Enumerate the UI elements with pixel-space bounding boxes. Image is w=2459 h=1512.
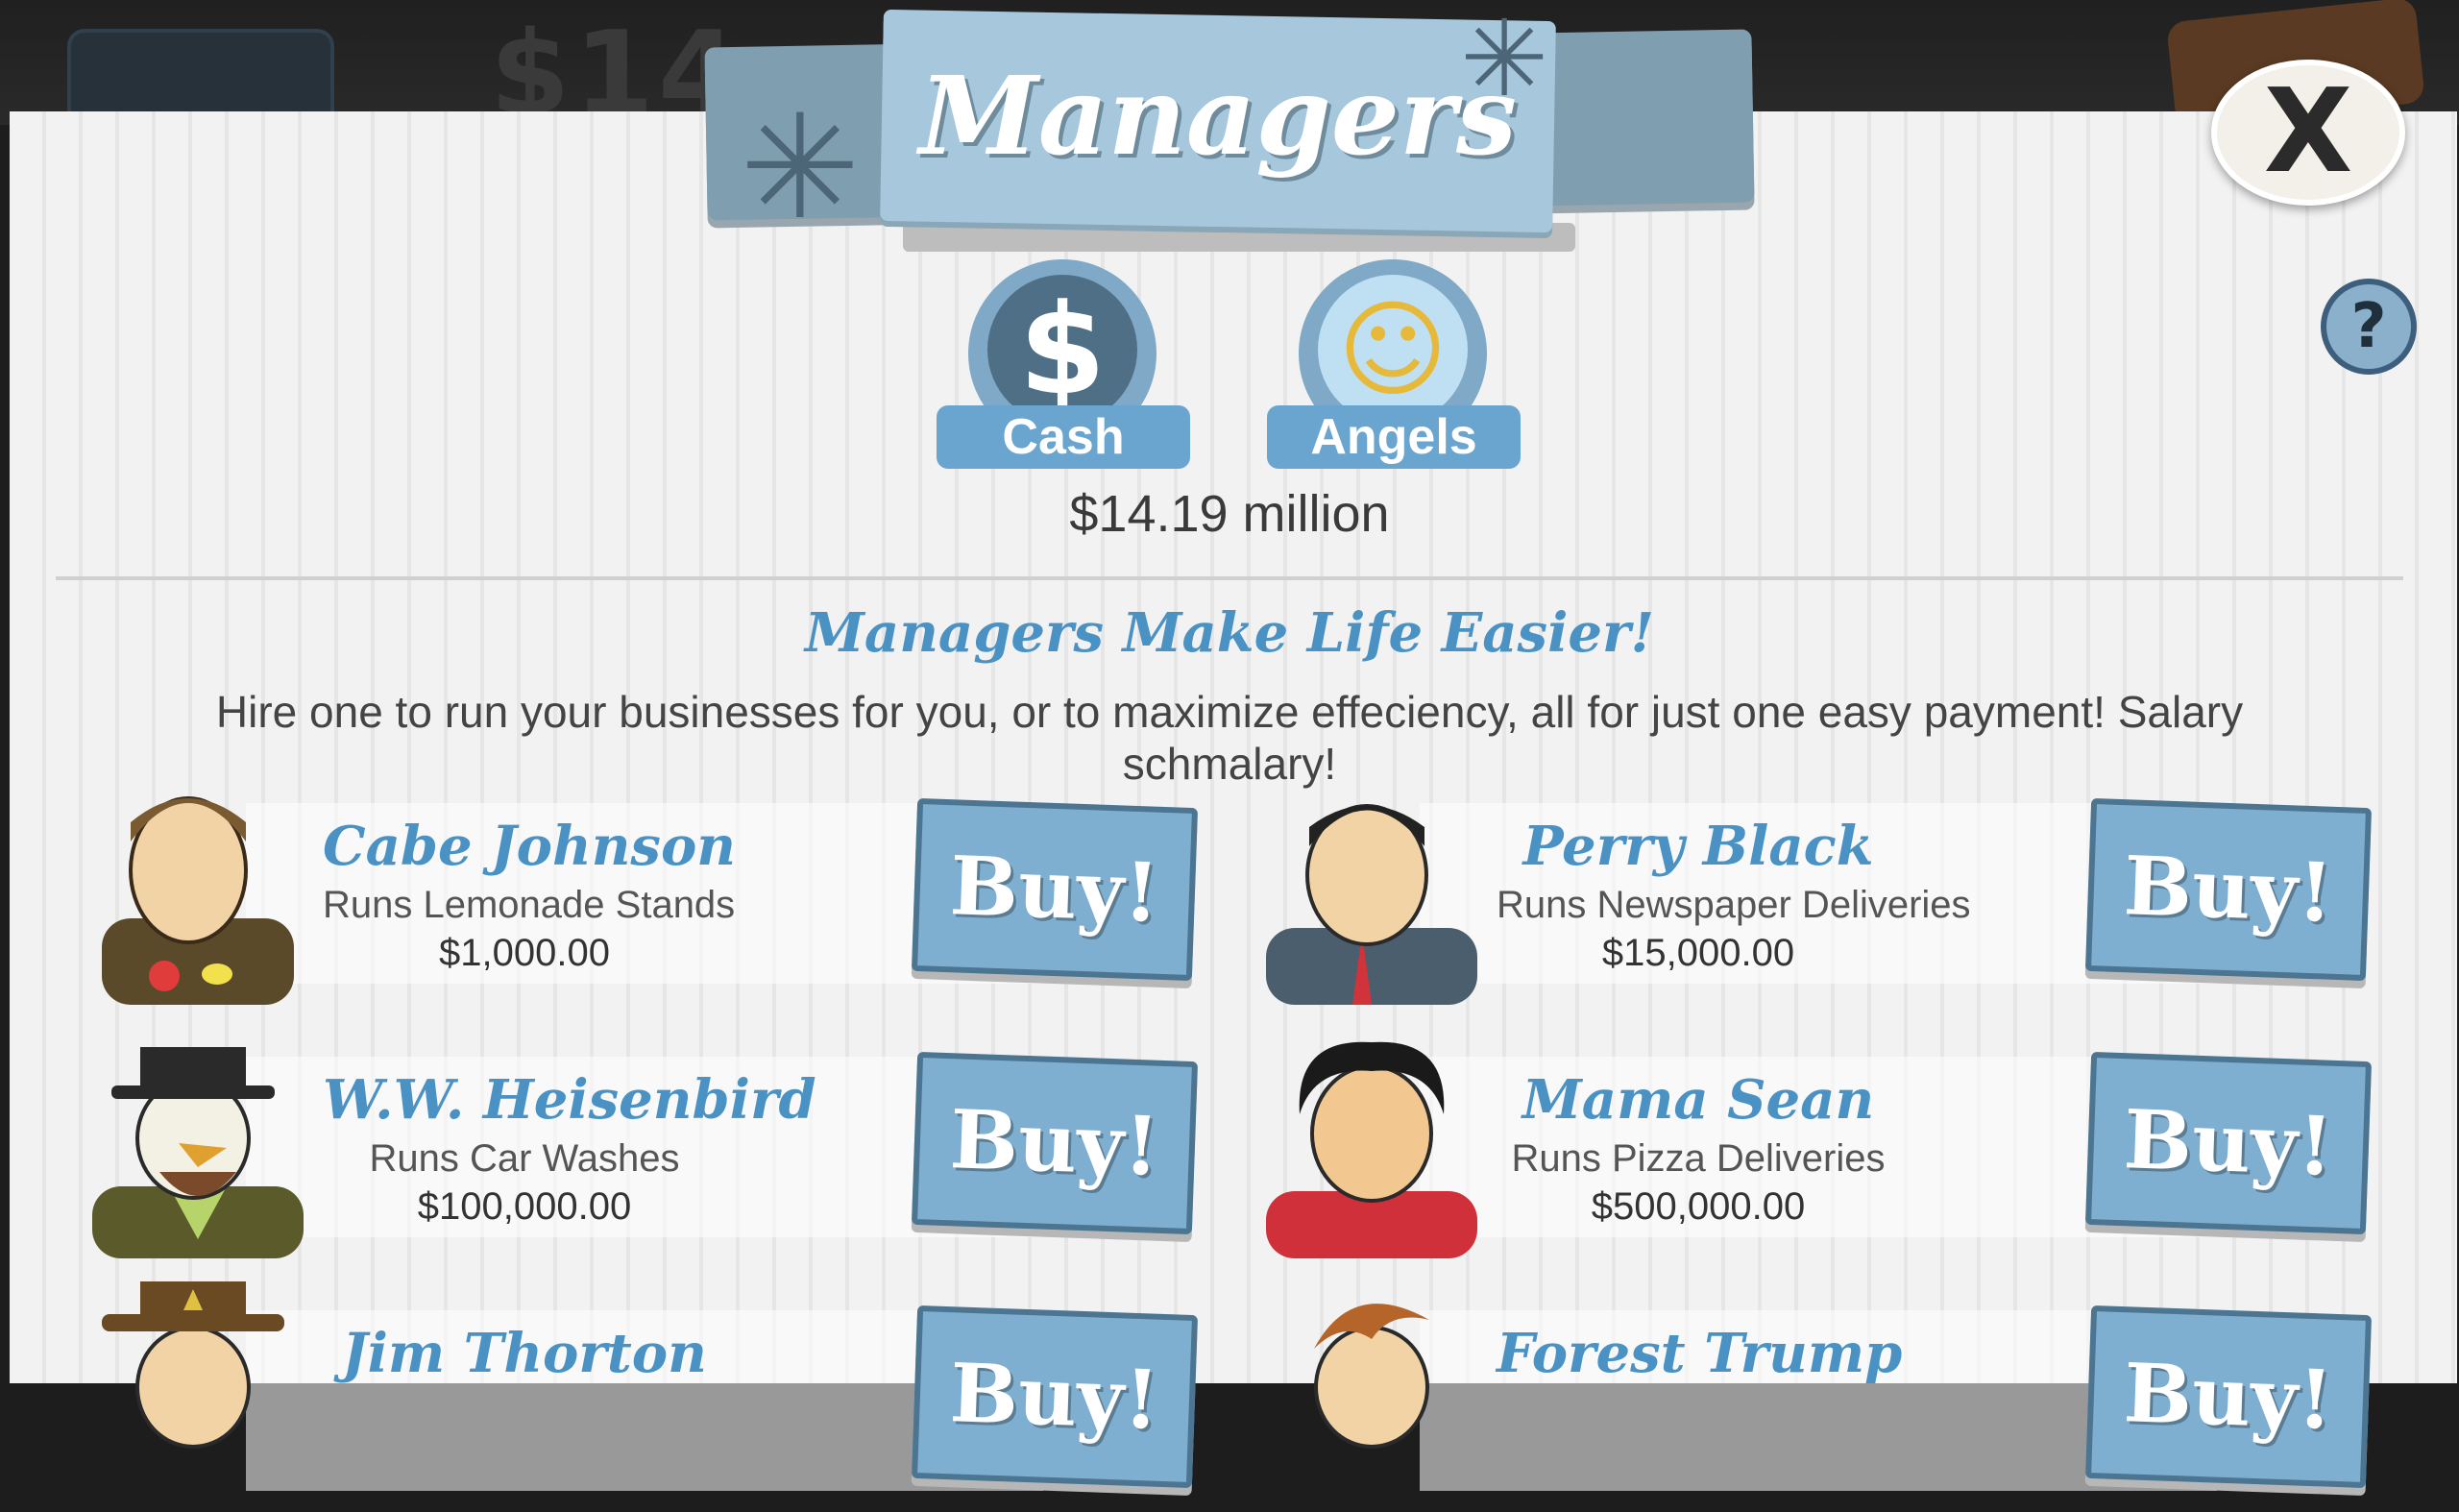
manager-cost: $15,000.00 bbox=[1601, 932, 1795, 974]
divider bbox=[56, 576, 2403, 580]
manager-card: W.W. Heisenbird Runs Car Washes $100,000… bbox=[83, 1047, 1199, 1258]
manager-portrait-icon bbox=[1314, 1304, 1429, 1449]
manager-card: Perry Black Runs Newspaper Deliveries $1… bbox=[1256, 797, 2373, 1005]
help-button[interactable]: ? bbox=[2321, 279, 2417, 375]
angels-tab-label: Angels bbox=[1267, 405, 1521, 469]
manager-portrait-icon bbox=[92, 1047, 304, 1258]
manager-name: Mama Sean bbox=[1522, 1068, 1875, 1132]
manager-cost: $1,000.00 bbox=[439, 932, 610, 974]
cash-amount: $14.19 million bbox=[1069, 485, 1390, 543]
manager-name: Forest Trump bbox=[1497, 1322, 1903, 1385]
buy-button[interactable]: Buy! bbox=[911, 1051, 1199, 1235]
close-button[interactable]: X bbox=[2211, 60, 2405, 206]
buy-button[interactable]: Buy! bbox=[2084, 1305, 2373, 1489]
manager-cost: $100,000.00 bbox=[417, 1185, 632, 1228]
manager-portrait-icon bbox=[102, 1281, 284, 1449]
manager-business: Runs Lemonade Stands bbox=[323, 884, 736, 926]
manager-cost: $500,000.00 bbox=[1591, 1185, 1806, 1228]
dollar-icon: $ bbox=[987, 275, 1137, 425]
buy-button[interactable]: Buy! bbox=[2084, 1051, 2373, 1235]
snowflake-icon: ✳ bbox=[740, 85, 861, 252]
snowflake-icon: ✳ bbox=[1460, 0, 1549, 120]
manager-business: Runs Pizza Deliveries bbox=[1511, 1137, 1886, 1180]
managers-description: Hire one to run your businesses for you,… bbox=[215, 687, 2244, 789]
cash-tab-label: Cash bbox=[937, 405, 1190, 469]
manager-business: Runs Car Washes bbox=[369, 1137, 680, 1180]
manager-card: Jim Thorton Buy! bbox=[83, 1281, 1199, 1491]
manager-name: Jim Thorton bbox=[342, 1322, 707, 1385]
manager-portrait-icon bbox=[1266, 804, 1477, 1005]
manager-name: Perry Black bbox=[1522, 815, 1874, 878]
buy-button[interactable]: Buy! bbox=[911, 797, 1199, 982]
manager-name: Cabe Johnson bbox=[323, 815, 737, 878]
manager-portrait-icon bbox=[102, 796, 294, 1005]
manager-name: W.W. Heisenbird bbox=[323, 1068, 816, 1132]
angel-figure-icon: ☺ bbox=[1318, 275, 1468, 425]
page-title: Managers bbox=[918, 54, 1518, 180]
buy-button[interactable]: Buy! bbox=[2084, 797, 2373, 982]
manager-business: Runs Newspaper Deliveries bbox=[1497, 884, 1971, 926]
manager-card: Forest Trump Buy! bbox=[1256, 1304, 2373, 1491]
buy-button[interactable]: Buy! bbox=[911, 1305, 1199, 1489]
manager-card: Cabe Johnson Runs Lemonade Stands $1,000… bbox=[83, 796, 1199, 1005]
manager-card: Mama Sean Runs Pizza Deliveries $500,000… bbox=[1256, 1041, 2373, 1258]
managers-subtitle: Managers Make Life Easier! bbox=[804, 601, 1655, 665]
manager-portrait-icon bbox=[1266, 1041, 1477, 1258]
